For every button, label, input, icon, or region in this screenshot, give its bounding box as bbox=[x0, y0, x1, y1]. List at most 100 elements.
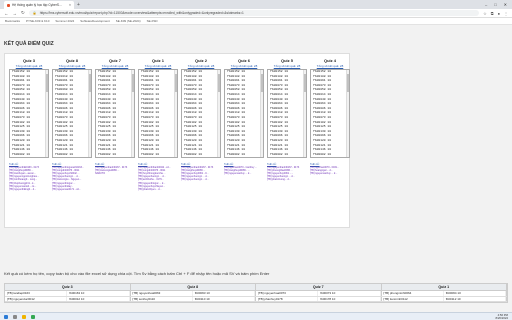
scrollbar-thumb[interactable] bbox=[88, 74, 91, 92]
file-explorer-icon[interactable] bbox=[22, 314, 26, 319]
quiz-column: Quiz 8 Tổng số kết quả: 28 fb00152 10 fb010… bbox=[52, 58, 92, 191]
table-cell: fb00163 10 bbox=[67, 291, 130, 296]
scrollbar-thumb[interactable] bbox=[346, 74, 349, 92]
result-line: fb00002 10 bbox=[184, 152, 203, 156]
close-window-icon[interactable]: ✕ bbox=[504, 2, 507, 7]
scrollbar-thumb[interactable] bbox=[131, 74, 134, 92]
lock-icon: 🔒 bbox=[32, 11, 37, 15]
note-item: [TB] nguyenhuong1 ... d... bbox=[181, 178, 209, 182]
result-line: fb00002 10 bbox=[55, 152, 74, 156]
browser-tab[interactable]: Hệ thống quản lý học tập CyberS... × bbox=[4, 1, 74, 9]
quiz-late-notes: Tuần trễ: [TB] nguyenthanhl0167 - 0173 [TB… bbox=[181, 163, 221, 182]
scrollbar-thumb[interactable] bbox=[174, 74, 177, 92]
menu-icon[interactable]: ⋮ bbox=[504, 11, 508, 16]
quiz-results-textarea[interactable]: fb00152 10 fb00188 10 fb00091 10 fb00073 10… bbox=[138, 69, 178, 158]
quiz-late-notes: Tuần trễ: [TB] nguyenthihanh0042 - xd...[… bbox=[138, 163, 178, 191]
maximize-icon[interactable]: □ bbox=[494, 2, 496, 7]
table-header: Quiz 3 Quiz 8 Quiz 7 Quiz 1 bbox=[5, 284, 507, 291]
table-cell: [TB] nguyenduc0012 bbox=[5, 296, 68, 301]
note-item: [TB] nguyenvan0171 - xd... bbox=[52, 187, 81, 191]
browser-tab-bar: Hệ thống quản lý học tập CyberS... × + –… bbox=[0, 0, 512, 9]
quiz-results-textarea[interactable]: fb00152 10 fb00188 10 fb00091 10 fb00073 10… bbox=[267, 69, 307, 158]
url-text: https://lms.cybersoft.edu.vn/mod/quiz/re… bbox=[39, 11, 244, 15]
system-clock[interactable]: 4:56 PM 8/26/2024 bbox=[495, 313, 508, 320]
search-icon[interactable] bbox=[13, 314, 17, 319]
table-cell: [TB] nguyenhoa0063 bbox=[131, 291, 193, 296]
quiz-column: Quiz 1 Tổng số kết quả: 28 fb00152 10 fb001… bbox=[138, 58, 178, 191]
table-cell: fb00063 10 bbox=[193, 291, 255, 296]
result-line: fb00002 10 bbox=[270, 152, 289, 156]
quiz-late-notes: Tuần trễ: [TB] nguyenthingocanh0163... [TB… bbox=[52, 163, 92, 191]
quiz-results-textarea[interactable]: fb00152 10 fb00188 10 fb00091 10 fb00073 10… bbox=[181, 69, 221, 158]
address-bar-row: ← → ↻ 🔒 https://lms.cybersoft.edu.vn/mod… bbox=[0, 9, 512, 18]
result-line: fb00002 10 bbox=[313, 152, 332, 156]
quiz-late-notes: Tuần trễ: [TB] nguyenthiki0163 - 0173 [TB]… bbox=[9, 163, 49, 191]
bookmarks-bar: Bookmarks PYSE-K09 & K10 Summer 2024 Sof… bbox=[0, 18, 512, 25]
table-cell: [TB] tandiep0163 bbox=[5, 291, 68, 296]
table-row: [TB] nguyenduc0012 fb00012 10 [TB] sonhuy… bbox=[5, 296, 507, 302]
table-cell: [TB] sonhuy0110 bbox=[131, 296, 193, 301]
minimize-icon[interactable]: – bbox=[485, 2, 487, 7]
note-item: [TB] phamtruong... d... bbox=[267, 178, 291, 182]
new-tab-button[interactable]: + bbox=[77, 2, 80, 8]
scrollbar-thumb[interactable] bbox=[217, 74, 220, 92]
close-tab-icon[interactable]: × bbox=[69, 3, 71, 7]
back-icon[interactable]: ← bbox=[4, 11, 9, 16]
reload-icon[interactable]: ↻ bbox=[21, 10, 25, 16]
column-header: Quiz 7 bbox=[256, 284, 382, 290]
quiz-late-notes: Tuần trễ: [TB] nguyenthanhl0167 - 0173 [TB… bbox=[95, 163, 135, 175]
quiz-column: Quiz 5 Tổng số kết quả: 28 fb00152 10 fb001… bbox=[267, 58, 307, 182]
quiz-column: Quiz 4 Tổng số kết quả: 28 fb00152 10 fb001… bbox=[310, 58, 350, 175]
bookmark-item[interactable]: SE-FSD bbox=[147, 19, 158, 23]
toolbar-buttons: ☆ ⧉ ● ⋮ bbox=[483, 11, 508, 16]
table-cell: fb00012 10 bbox=[67, 296, 130, 301]
start-menu-icon[interactable] bbox=[4, 314, 8, 319]
result-line: fb00002 10 bbox=[141, 152, 160, 156]
bookmark-item[interactable]: Bookmarks bbox=[5, 19, 20, 23]
table-cell: fb00064 10 bbox=[444, 291, 506, 296]
chrome-browser-icon[interactable] bbox=[31, 314, 35, 319]
quiz-results-textarea[interactable]: fb00152 10 fb00188 10 fb00091 10 fb00073 10… bbox=[95, 69, 135, 158]
quiz-results-textarea[interactable]: fb00152 10 fb00188 10 fb00091 10 fb00073 10… bbox=[9, 69, 49, 158]
bookmark-item[interactable]: SoftwareDevelopment bbox=[80, 19, 110, 23]
quiz-late-notes: Tuần trễ: [TB] ngochan0070 - tranthuy ...… bbox=[224, 163, 264, 175]
scrollbar-thumb[interactable] bbox=[260, 74, 263, 92]
result-line: fb00002 10 bbox=[98, 152, 117, 156]
bookmark-item[interactable]: SE-K09 (SE-2024) bbox=[116, 19, 141, 23]
bookmark-item[interactable]: Summer 2024 bbox=[55, 19, 74, 23]
os-taskbar: 4:56 PM 8/26/2024 bbox=[0, 312, 512, 320]
note-item: [TB] nguyenvanhuy ... d... bbox=[310, 172, 338, 176]
clock-date: 8/26/2024 bbox=[495, 315, 508, 320]
bookmark-item[interactable]: PYSE-K09 & K10 bbox=[26, 19, 49, 23]
quiz-results-textarea[interactable]: fb00152 10 fb00188 10 fb00091 10 fb00073 10… bbox=[310, 69, 350, 158]
scrollbar-thumb[interactable] bbox=[45, 74, 48, 92]
result-line: fb00002 10 bbox=[12, 152, 31, 156]
note-item: NARUTO bbox=[95, 172, 106, 176]
quiz-column: Quiz 7 Tổng số kết quả: 28 fb00152 10 fb001… bbox=[95, 58, 135, 175]
table-cell: [TB] phanhuy0178 bbox=[256, 296, 319, 301]
forward-icon[interactable]: → bbox=[13, 11, 18, 16]
result-line: fb00002 10 bbox=[227, 152, 246, 156]
column-header: Quiz 3 bbox=[5, 284, 131, 290]
quiz-results-textarea[interactable]: fb00152 10 fb01018 10 fb00091 10 fb00073 10… bbox=[52, 69, 92, 158]
quiz-column: Quiz 3 Tổng số kết quả: 28 fb00152 10 fb001… bbox=[9, 58, 49, 191]
table-cell: [TB] nguyenhoa0073 bbox=[256, 291, 319, 296]
quiz-late-notes: Tuần trễ: [TB] ngochan0070 - 0031... [TB] … bbox=[310, 163, 350, 175]
note-item: [TB] nguyenthiking0... d... bbox=[9, 187, 37, 191]
page-content: KẾT QUẢ ĐIỂM QUIZ Quiz 3 Tổng số kết quả:… bbox=[0, 25, 512, 312]
quiz-results-card: Quiz 3 Tổng số kết quả: 28 fb00152 10 fb001… bbox=[4, 53, 350, 228]
results-table: Quiz 3 Quiz 8 Quiz 7 Quiz 1 [TB] tandiep… bbox=[4, 283, 508, 303]
profile-icon[interactable]: ● bbox=[498, 11, 500, 16]
url-field[interactable]: 🔒 https://lms.cybersoft.edu.vn/mod/quiz/… bbox=[28, 10, 480, 16]
table-cell: fb00112 10 bbox=[444, 296, 506, 301]
scrollbar-thumb[interactable] bbox=[303, 74, 306, 92]
table-cell: [TB] phongminh0064 bbox=[382, 291, 444, 296]
tab-title: Hệ thống quản lý học tập CyberS... bbox=[12, 3, 62, 7]
note-item: [TB] nguyenvanhuy ... d... bbox=[224, 172, 252, 176]
extensions-icon[interactable]: ⧉ bbox=[491, 11, 494, 16]
table-cell: [TB] tienminh0112 bbox=[382, 296, 444, 301]
column-header: Quiz 8 bbox=[131, 284, 256, 290]
note-item: [TB] phamthiyen... d... bbox=[138, 187, 162, 191]
star-icon[interactable]: ☆ bbox=[483, 11, 487, 16]
quiz-results-textarea[interactable]: fb00152 10 fb00188 10 fb00091 10 fb00073 10… bbox=[224, 69, 264, 158]
